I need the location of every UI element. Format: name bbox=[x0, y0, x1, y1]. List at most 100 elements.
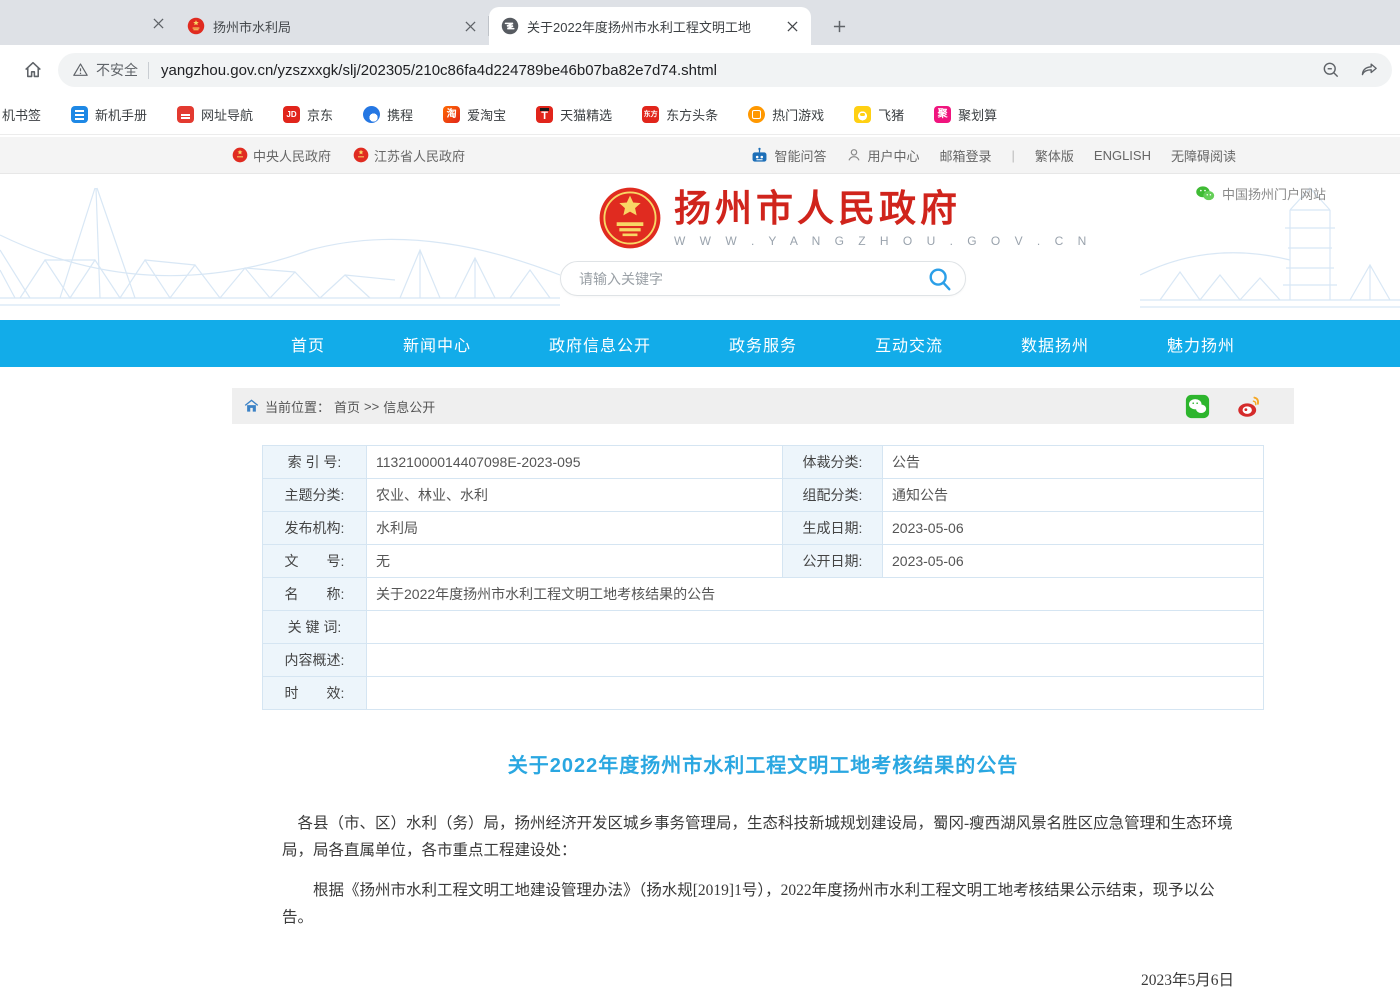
search-input[interactable] bbox=[579, 271, 927, 287]
bookmark-icon bbox=[748, 106, 765, 123]
smart-qa-link[interactable]: 智能问答 bbox=[750, 146, 826, 165]
table-row: 索 引 号: 11321000014407098E-2023-095 体裁分类:… bbox=[263, 446, 1263, 479]
meta-label: 体裁分类: bbox=[783, 446, 883, 478]
browser-toolbar: 不安全 yangzhou.gov.cn/yzszxxgk/slj/202305/… bbox=[0, 45, 1400, 95]
tab-title: 关于2022年度扬州市水利工程文明工地 bbox=[527, 17, 775, 36]
meta-label: 发布机构: bbox=[263, 512, 367, 544]
browser-window: 扬州市水利局 关于2022年度扬州市水利工程文明工地 不安全 yangz bbox=[0, 0, 1400, 135]
table-row: 名 称: 关于2022年度扬州市水利工程文明工地考核结果的公告 bbox=[263, 578, 1263, 611]
breadcrumb-home-icon bbox=[244, 399, 259, 413]
nav-item-home[interactable]: 首页 bbox=[291, 332, 325, 356]
link-jiangsu-government[interactable]: 江苏省人民政府 bbox=[353, 146, 465, 165]
nav-item-services[interactable]: 政务服务 bbox=[729, 332, 797, 356]
bookmark-icon: 淘 bbox=[443, 106, 460, 123]
portal-link[interactable]: 中国扬州门户网站 bbox=[1195, 184, 1326, 203]
new-tab-button[interactable] bbox=[825, 12, 853, 40]
link-central-government[interactable]: 中央人民政府 bbox=[232, 146, 331, 165]
bookmark-icon bbox=[854, 106, 871, 123]
close-icon bbox=[787, 21, 798, 32]
zoom-out-button[interactable] bbox=[1321, 60, 1341, 80]
bookmarks-bar: 机书签 新机手册 网址导航 JD京东 携程 淘爱淘宝 T天猫精选 东方东方头条 … bbox=[0, 95, 1400, 135]
traditional-version-link[interactable]: 繁体版 bbox=[1035, 146, 1074, 165]
bookmark-icon bbox=[177, 106, 194, 123]
nav-item-data[interactable]: 数据扬州 bbox=[1021, 332, 1089, 356]
bookmark-item[interactable]: 机书签 bbox=[2, 105, 41, 124]
share-button[interactable] bbox=[1359, 60, 1380, 80]
table-row: 发布机构: 水利局 生成日期: 2023-05-06 bbox=[263, 512, 1263, 545]
security-label: 不安全 bbox=[96, 60, 138, 80]
accessibility-link[interactable]: 无障碍阅读 bbox=[1171, 146, 1236, 165]
bookmark-icon bbox=[363, 106, 380, 123]
emblem-icon bbox=[353, 147, 369, 163]
breadcrumb: 当前位置： 首页 >> 信息公开 bbox=[232, 388, 1294, 424]
divider bbox=[148, 62, 149, 79]
table-row: 文 号: 无 公开日期: 2023-05-06 bbox=[263, 545, 1263, 578]
wechat-icon bbox=[1185, 394, 1210, 419]
meta-value-issuer: 水利局 bbox=[367, 512, 783, 544]
meta-value-genre: 公告 bbox=[883, 446, 1263, 478]
tab-article-active[interactable]: 关于2022年度扬州市水利工程文明工地 bbox=[489, 7, 811, 45]
nav-item-news[interactable]: 新闻中心 bbox=[403, 332, 471, 356]
home-icon bbox=[22, 59, 44, 81]
bookmark-item[interactable]: 携程 bbox=[363, 105, 413, 124]
bookmark-item[interactable]: 聚聚划算 bbox=[934, 105, 997, 124]
article-paragraph: 各县（市、区）水利（务）局，扬州经济开发区城乡事务管理局，生态科技新城规划建设局… bbox=[282, 810, 1244, 864]
article-date: 2023年5月6日 bbox=[282, 968, 1244, 990]
breadcrumb-current: 信息公开 bbox=[383, 397, 435, 416]
meta-label: 组配分类: bbox=[783, 479, 883, 511]
table-row: 关 键 词: bbox=[263, 611, 1263, 644]
table-row: 时 效: bbox=[263, 677, 1263, 710]
tab-yangzhou-water-bureau[interactable]: 扬州市水利局 bbox=[175, 7, 489, 45]
article-title: 关于2022年度扬州市水利工程文明工地考核结果的公告 bbox=[282, 749, 1244, 778]
article-paragraph: 根据《扬州市水利工程文明工地建设管理办法》（扬水规[2019]1号），2022年… bbox=[282, 877, 1244, 931]
meta-label: 名 称: bbox=[263, 578, 367, 610]
site-header: 中国扬州门户网站 扬州市人民政府 W W W . Y A N G Z H O U… bbox=[0, 174, 1400, 320]
emblem-icon bbox=[232, 147, 248, 163]
breadcrumb-prefix: 当前位置： bbox=[265, 397, 330, 416]
nav-item-charm[interactable]: 魅力扬州 bbox=[1167, 332, 1235, 356]
nav-item-info-disclosure[interactable]: 政府信息公开 bbox=[549, 332, 651, 356]
browser-logo-icon bbox=[501, 17, 519, 35]
nav-item-interaction[interactable]: 互动交流 bbox=[875, 332, 943, 356]
share-wechat-button[interactable] bbox=[1185, 394, 1210, 419]
close-icon bbox=[465, 21, 476, 32]
english-version-link[interactable]: ENGLISH bbox=[1094, 148, 1151, 163]
bookmark-item[interactable]: 淘爱淘宝 bbox=[443, 105, 506, 124]
bookmark-item[interactable]: 飞猪 bbox=[854, 105, 904, 124]
meta-value-validity bbox=[367, 677, 1263, 709]
bookmark-icon: T bbox=[536, 106, 553, 123]
tab-close-offscreen[interactable] bbox=[148, 13, 168, 33]
weibo-icon bbox=[1236, 394, 1262, 419]
site-name: 扬州市人民政府 bbox=[674, 188, 1092, 231]
mail-login-link[interactable]: 邮箱登录 bbox=[939, 146, 991, 165]
bookmark-item[interactable]: T天猫精选 bbox=[536, 105, 612, 124]
plus-icon bbox=[833, 20, 846, 33]
address-bar[interactable]: 不安全 yangzhou.gov.cn/yzszxxgk/slj/202305/… bbox=[58, 53, 1392, 87]
wechat-icon bbox=[1195, 185, 1215, 202]
tab-close-button[interactable] bbox=[783, 17, 801, 35]
bookmark-item[interactable]: 热门游戏 bbox=[748, 105, 824, 124]
bookmark-icon: 聚 bbox=[934, 106, 951, 123]
bookmark-icon: 东方 bbox=[642, 106, 659, 123]
main-navigation: 首页 新闻中心 政府信息公开 政务服务 互动交流 数据扬州 魅力扬州 bbox=[0, 320, 1400, 367]
home-button[interactable] bbox=[16, 53, 50, 87]
meta-value-doc-number: 无 bbox=[367, 545, 783, 577]
breadcrumb-home-link[interactable]: 首页 bbox=[334, 397, 360, 416]
search-button[interactable] bbox=[927, 266, 953, 292]
share-weibo-button[interactable] bbox=[1236, 394, 1262, 419]
site-search bbox=[560, 261, 966, 296]
table-row: 主题分类: 农业、林业、水利 组配分类: 通知公告 bbox=[263, 479, 1263, 512]
tab-close-button[interactable] bbox=[461, 17, 479, 35]
url-text: yangzhou.gov.cn/yzszxxgk/slj/202305/210c… bbox=[161, 62, 1311, 79]
bookmark-item[interactable]: 网址导航 bbox=[177, 105, 253, 124]
meta-label: 关 键 词: bbox=[263, 611, 367, 643]
bookmark-item[interactable]: JD京东 bbox=[283, 105, 333, 124]
bookmark-item[interactable]: 新机手册 bbox=[71, 105, 147, 124]
tab-title: 扬州市水利局 bbox=[213, 17, 453, 36]
user-center-link[interactable]: 用户中心 bbox=[846, 146, 919, 165]
bookmark-icon: JD bbox=[283, 106, 300, 123]
site-logo[interactable]: 扬州市人民政府 W W W . Y A N G Z H O U . G O V … bbox=[598, 186, 1092, 250]
meta-label: 索 引 号: bbox=[263, 446, 367, 478]
bookmark-item[interactable]: 东方东方头条 bbox=[642, 105, 718, 124]
meta-value-summary bbox=[367, 644, 1263, 676]
